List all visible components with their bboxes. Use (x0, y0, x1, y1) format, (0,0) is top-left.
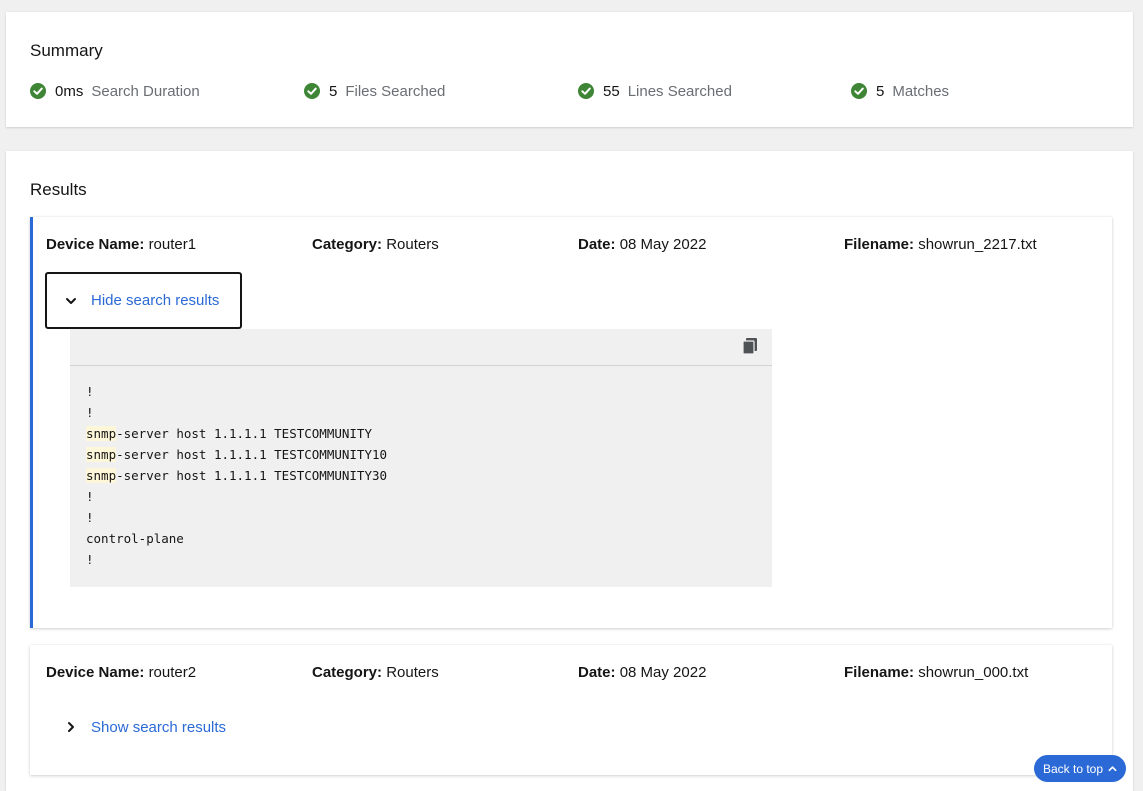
stat-matches: 5 Matches (851, 81, 949, 101)
stat-value: 55 (603, 82, 620, 100)
category-value: Routers (386, 236, 439, 253)
back-to-top-label: Back to top (1042, 761, 1104, 776)
stat-label: Lines Searched (627, 82, 732, 100)
code-block: !! snmp-server host 1.1.1.1 TESTCOMMUNITY… (70, 329, 772, 587)
date-label: Date: (578, 664, 616, 681)
show-search-results-button[interactable]: Show search results (45, 715, 226, 739)
check-circle-icon (304, 83, 320, 99)
toggle-label: Hide search results (91, 292, 220, 309)
category: Category: Routers (312, 664, 439, 681)
toggle-label: Show search results (91, 718, 227, 736)
stat-label: Files Searched (345, 82, 446, 100)
stat-label: Matches (892, 82, 950, 100)
code-text: ! (86, 489, 94, 504)
date: Date: 08 May 2022 (578, 236, 706, 253)
chevron-right-icon (68, 722, 74, 732)
stat-search-duration: 0ms Search Duration (30, 81, 200, 101)
code-text: ! (86, 552, 94, 567)
result-item: Device Name: router2 Category: Routers D… (30, 645, 1112, 775)
device-name-value: router1 (148, 236, 197, 253)
check-circle-icon (30, 83, 46, 99)
device-name-value: router2 (148, 664, 197, 681)
device-name-label: Device Name: (46, 236, 145, 253)
stat-value: 5 (876, 82, 885, 100)
code-lines: !! snmp-server host 1.1.1.1 TESTCOMMUNITY… (70, 366, 772, 570)
device-name: Device Name: router1 (46, 236, 196, 253)
date-label: Date: (578, 236, 616, 253)
match-highlight: snmp (86, 426, 117, 441)
match-highlight: snmp (86, 468, 117, 483)
code-text: ! (86, 510, 94, 525)
filename-value: showrun_000.txt (918, 664, 1029, 681)
chevron-up-icon (1108, 766, 1117, 772)
category-label: Category: (312, 664, 383, 681)
stat-value: 5 (329, 82, 338, 100)
check-circle-icon (851, 83, 867, 99)
code-text: ! (86, 405, 94, 420)
stat-label: Search Duration (91, 82, 200, 100)
code-text: -server host 1.1.1.1 TESTCOMMUNITY30 (116, 468, 388, 483)
category-label: Category: (312, 236, 383, 253)
filename: Filename: showrun_2217.txt (844, 236, 1037, 253)
code-line: snmp-server host 1.1.1.1 TESTCOMMUNITY30 (86, 465, 772, 486)
chevron-down-icon (66, 297, 76, 304)
code-text: ! (86, 384, 94, 399)
category-value: Routers (386, 664, 439, 681)
code-line: ! (86, 486, 772, 507)
category: Category: Routers (312, 236, 439, 253)
stat-value: 0ms (55, 82, 84, 100)
check-circle-icon (578, 83, 594, 99)
code-line: control-plane (86, 528, 772, 549)
results-card: Results Device Name: router1 Category: R… (6, 151, 1133, 791)
stat-lines-searched: 55 Lines Searched (578, 81, 732, 101)
filename-label: Filename: (844, 236, 915, 253)
code-line: ! (86, 402, 772, 423)
device-name: Device Name: router2 (46, 664, 196, 681)
hide-search-results-button[interactable]: Hide search results (45, 272, 242, 329)
stat-files-searched: 5 Files Searched (304, 81, 445, 101)
filename: Filename: showrun_000.txt (844, 664, 1028, 681)
filename-value: showrun_2217.txt (918, 236, 1037, 253)
summary-card: Summary 0ms Search Duration 5 Files Sear… (6, 12, 1133, 127)
filename-label: Filename: (844, 664, 915, 681)
code-line: ! (86, 381, 772, 402)
code-text: -server host 1.1.1.1 TESTCOMMUNITY (116, 426, 372, 441)
device-name-label: Device Name: (46, 664, 145, 681)
date-value: 08 May 2022 (619, 236, 707, 253)
copy-icon[interactable] (742, 337, 758, 355)
results-title: Results (30, 180, 87, 199)
date-value: 08 May 2022 (619, 664, 707, 681)
code-text: -server host 1.1.1.1 TESTCOMMUNITY10 (116, 447, 388, 462)
code-text: control-plane (86, 531, 184, 546)
date: Date: 08 May 2022 (578, 664, 706, 681)
result-item: Device Name: router1 Category: Routers D… (30, 217, 1112, 628)
code-line: ! (86, 507, 772, 528)
code-toolbar (70, 329, 772, 366)
summary-title: Summary (30, 41, 103, 60)
back-to-top-button[interactable]: Back to top (1034, 755, 1126, 782)
code-line: ! (86, 549, 772, 570)
code-line: snmp-server host 1.1.1.1 TESTCOMMUNITY10 (86, 444, 772, 465)
match-highlight: snmp (86, 447, 117, 462)
code-line: snmp-server host 1.1.1.1 TESTCOMMUNITY (86, 423, 772, 444)
